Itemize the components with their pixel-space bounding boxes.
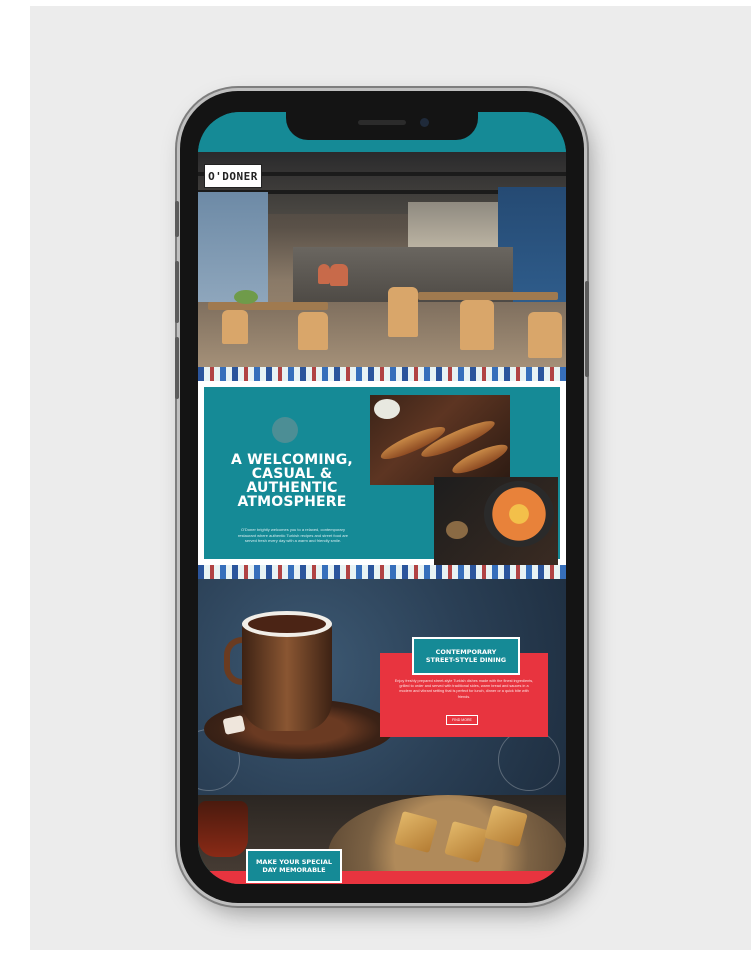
decorative-circle-icon bbox=[272, 417, 298, 443]
speaker-grille bbox=[358, 120, 406, 125]
dining-label: CONTEMPORARY STREET-STYLE DINING bbox=[412, 637, 520, 675]
volume-up-button bbox=[175, 261, 179, 323]
mute-switch bbox=[175, 201, 179, 237]
special-day-section: MAKE YOUR SPECIAL DAY MEMORABLE bbox=[198, 795, 566, 884]
welcome-body-text: O'Doner brightly welcomes you to a relax… bbox=[237, 527, 349, 543]
special-day-label: MAKE YOUR SPECIAL DAY MEMORABLE bbox=[246, 849, 342, 883]
phone-frame: O'DONER A WELCOMING, CASUAL & AUTHENTIC … bbox=[175, 91, 589, 903]
power-button bbox=[585, 281, 589, 377]
notch bbox=[286, 112, 478, 140]
front-camera-icon bbox=[420, 118, 429, 127]
welcome-section: A WELCOMING, CASUAL & AUTHENTIC ATMOSPHE… bbox=[198, 381, 566, 565]
find-more-button[interactable]: FIND MORE bbox=[446, 715, 478, 725]
dining-body-text: Enjoy freshly prepared street-style Turk… bbox=[394, 679, 534, 699]
odoner-logo[interactable]: O'DONER bbox=[204, 164, 262, 188]
tile-border-top bbox=[198, 367, 566, 381]
welcome-heading: A WELCOMING, CASUAL & AUTHENTIC ATMOSPHE… bbox=[231, 452, 353, 510]
phone-screen: O'DONER A WELCOMING, CASUAL & AUTHENTIC … bbox=[198, 112, 566, 884]
dining-section: CONTEMPORARY STREET-STYLE DINING Enjoy f… bbox=[198, 579, 566, 795]
volume-down-button bbox=[175, 337, 179, 399]
tea-glass-image bbox=[198, 801, 248, 857]
breakfast-food-image bbox=[434, 477, 558, 565]
tile-border-bottom bbox=[198, 565, 566, 579]
pide-food-image bbox=[370, 395, 511, 485]
hero-restaurant-image: O'DONER bbox=[198, 152, 566, 367]
logo-text: O'DONER bbox=[208, 169, 258, 183]
